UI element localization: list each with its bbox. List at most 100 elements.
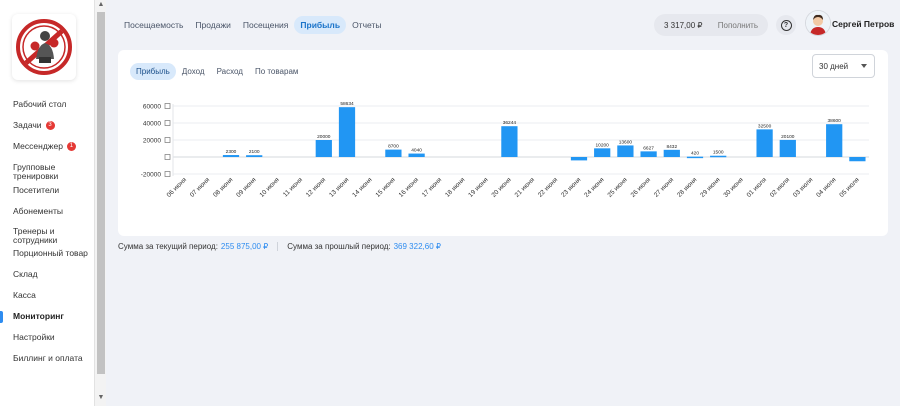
club-logo[interactable] [12, 14, 76, 80]
chart-bar[interactable] [849, 157, 866, 162]
avatar[interactable] [806, 11, 830, 35]
x-tick-label: 27 июня [653, 176, 676, 199]
chart-bar[interactable] [710, 155, 727, 158]
bar-data-label: 20000 [317, 134, 331, 140]
sidebar-item[interactable]: Задачи 3 [0, 120, 94, 131]
bar-data-label: 36244 [503, 120, 517, 126]
y-tick-label: 40000 [143, 121, 161, 128]
y-tick-label: 60000 [143, 104, 161, 111]
x-tick-label: 25 июня [606, 176, 629, 199]
y-tick-checkbox-icon [164, 171, 171, 177]
sidebar-item-label: Мониторинг [13, 311, 64, 321]
sidebar-item-label: Тренеры и сотрудники [13, 226, 58, 246]
sidebar-item[interactable]: Рабочий стол [0, 99, 94, 109]
sidebar-item-label: Склад [13, 269, 38, 279]
y-tick-checkbox-icon [164, 137, 171, 143]
chart-bar[interactable] [570, 157, 588, 161]
bar-data-label: 10200 [596, 142, 610, 148]
sidebar-item[interactable]: Биллинг и оплата [0, 353, 94, 363]
y-tick-checkbox-icon [164, 154, 171, 160]
chart-bar[interactable] [779, 139, 796, 157]
x-tick-label: 04 июля [815, 176, 838, 199]
profit-chart: 60000 40000 20000 -20000 06 июня 07 июня 2300 0… [141, 101, 869, 199]
sidebar-item[interactable]: Мониторинг [0, 311, 94, 321]
sidebar-item[interactable]: Склад [0, 269, 94, 279]
bar-data-label: 1500 [713, 150, 724, 156]
sidebar-item[interactable]: Абонементы [0, 206, 94, 216]
chart-bar[interactable] [246, 155, 263, 157]
sidebar-scrollbar[interactable]: ▲ ▼ [94, 0, 106, 406]
tab[interactable]: Отчеты [346, 16, 387, 34]
chart-bar[interactable] [385, 149, 402, 157]
x-tick-label: 16 июня [398, 176, 421, 199]
y-tick-checkbox-icon [164, 103, 171, 109]
chart-bar[interactable] [617, 145, 634, 157]
scroll-down-icon[interactable]: ▼ [95, 394, 107, 401]
chart-bar[interactable] [826, 124, 843, 157]
bar-data-label: 32500 [758, 123, 772, 129]
sidebar-item[interactable]: Мессенджер 1 [0, 141, 94, 152]
sidebar-item-badge: 3 [45, 121, 55, 131]
x-tick-label: 23 июня [560, 176, 583, 199]
x-tick-label: 15 июня [374, 176, 397, 199]
sidebar-item-label: Настройки [13, 332, 55, 342]
bar-data-label: 6627 [643, 145, 654, 151]
chart-bar[interactable] [315, 140, 332, 157]
scroll-up-icon[interactable]: ▲ [95, 1, 107, 8]
sidebar-item[interactable]: Групповые тренировки [0, 162, 94, 182]
sidebar-item-label: Мессенджер [13, 141, 63, 151]
x-tick-label: 20 июня [490, 176, 513, 199]
tab[interactable]: Посещения [237, 16, 294, 34]
y-tick-checkbox-icon [164, 120, 171, 126]
user-avatar-icon [806, 11, 830, 35]
chart-bar[interactable] [408, 153, 425, 157]
chart-bar[interactable] [756, 129, 773, 157]
chart-bar[interactable] [594, 148, 611, 157]
boxer-logo-icon [16, 19, 72, 75]
bar-data-label: 58634 [340, 101, 354, 107]
previous-period-value: 369 322,60 ₽ [393, 242, 441, 251]
y-tick-label: -20000 [141, 172, 162, 179]
tab[interactable]: Посещаемость [118, 16, 189, 34]
sidebar-item[interactable]: Тренеры и сотрудники [0, 226, 94, 246]
x-tick-label: 29 июня [699, 176, 722, 199]
chart-bar[interactable] [663, 149, 680, 157]
sidebar-item-badge: 1 [66, 142, 76, 152]
help-button[interactable]: ? [776, 15, 796, 35]
sidebar: Рабочий стол Задачи 3 Мессенджер 1 Групповые … [0, 0, 94, 406]
x-tick-label: 19 июня [467, 176, 490, 199]
scroll-thumb[interactable] [97, 12, 105, 374]
x-tick-label: 24 июня [583, 176, 606, 199]
chart-bar[interactable] [501, 126, 518, 157]
period-summary: Сумма за текущий период: 255 875,00 ₽ Су… [118, 242, 441, 251]
help-icon: ? [780, 19, 792, 31]
chart-bar[interactable] [222, 155, 240, 157]
tab[interactable]: Продажи [189, 16, 237, 34]
sidebar-item[interactable]: Касса [0, 290, 94, 300]
x-tick-label: 01 июля [746, 176, 769, 199]
user-name[interactable]: Сергей Петров [832, 19, 894, 29]
previous-period-label: Сумма за прошлый период: [287, 242, 391, 251]
summary-divider [277, 242, 279, 251]
sidebar-item[interactable]: Настройки [0, 332, 94, 342]
topup-button[interactable]: Пополнить [718, 21, 758, 30]
x-tick-label: 11 июня [282, 176, 304, 198]
sidebar-item[interactable]: Посетители [0, 185, 94, 195]
x-tick-label: 05 июля [838, 176, 861, 199]
bar-data-label: 4040 [411, 148, 422, 154]
x-tick-label: 10 июня [258, 176, 281, 199]
sidebar-item-label: Биллинг и оплата [13, 353, 83, 363]
x-tick-label: 13 июня [328, 176, 351, 199]
chart-bar[interactable] [640, 151, 657, 157]
x-tick-label: 06 июня [166, 176, 189, 199]
x-tick-label: 12 июня [305, 176, 328, 199]
top-bar: Посещаемость Продажи Посещения Прибыль Отчет… [118, 11, 894, 36]
current-period-label: Сумма за текущий период: [118, 242, 218, 251]
tab[interactable]: Прибыль [294, 16, 347, 34]
sidebar-item-label: Порционный товар [13, 248, 88, 258]
sidebar-item[interactable]: Порционный товар [0, 248, 94, 258]
bar-data-label: 420 [691, 151, 699, 157]
chart-bar[interactable] [338, 107, 356, 157]
bar-data-label: 2300 [226, 149, 237, 155]
chart-bar[interactable] [686, 156, 704, 159]
